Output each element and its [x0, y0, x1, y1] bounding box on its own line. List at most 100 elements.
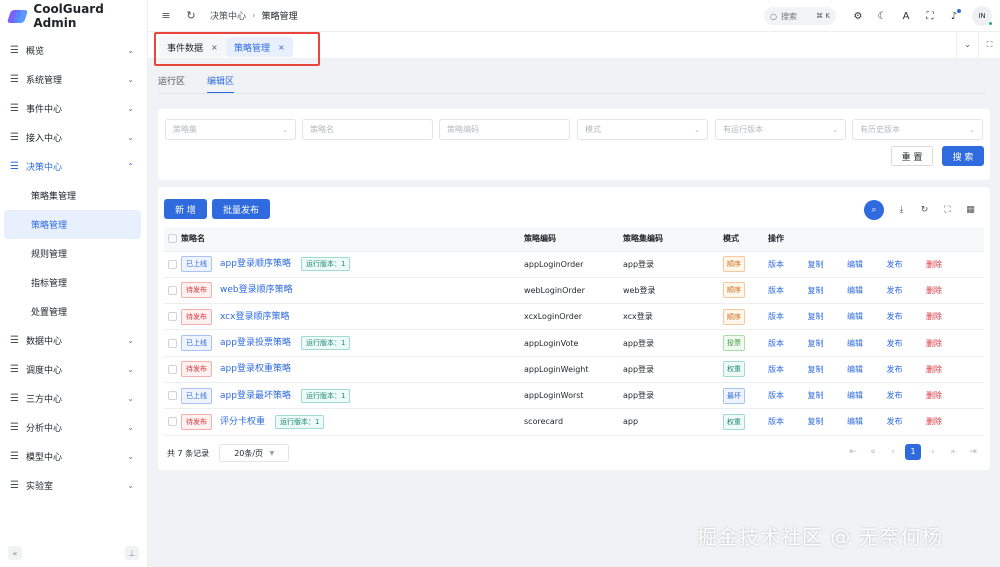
copy-link[interactable]: 复制	[808, 416, 848, 427]
breadcrumb-item[interactable]: 决策中心	[210, 9, 246, 22]
policy-code-input[interactable]: 策略编码	[439, 119, 570, 140]
edit-link[interactable]: 编辑	[847, 285, 887, 296]
edit-link[interactable]: 编辑	[847, 364, 887, 375]
menu-toggle-icon[interactable]: ≡	[159, 9, 173, 22]
fullscreen-icon[interactable]: ⛶	[936, 205, 959, 215]
running-version-select[interactable]: 有运行版本 ⌄	[715, 119, 846, 140]
sidebar-item-model[interactable]: ☰ 模型中心 ⌄	[0, 442, 147, 471]
next-group-icon[interactable]: »	[943, 447, 963, 457]
copy-link[interactable]: 复制	[808, 285, 848, 296]
policy-name-link[interactable]: app登录投票策略	[220, 338, 291, 348]
reset-button[interactable]: 重 置	[891, 146, 933, 166]
row-checkbox[interactable]	[168, 391, 177, 401]
sidebar-item-system[interactable]: ☰ 系统管理 ⌄	[0, 65, 147, 94]
prev-page-icon[interactable]: ‹	[883, 447, 903, 457]
sidebar-item-third-party[interactable]: ☰ 三方中心 ⌄	[0, 384, 147, 413]
edit-link[interactable]: 编辑	[847, 311, 887, 322]
download-icon[interactable]: ⤓	[890, 205, 913, 215]
version-link[interactable]: 版本	[768, 259, 808, 270]
row-checkbox[interactable]	[168, 338, 177, 348]
version-link[interactable]: 版本	[768, 285, 808, 296]
subtab-runtime[interactable]: 运行区	[158, 74, 185, 94]
publish-link[interactable]: 发布	[887, 338, 927, 349]
fullscreen-icon[interactable]: ⛶	[918, 11, 942, 22]
copy-link[interactable]: 复制	[808, 390, 848, 401]
sidebar-item-lab[interactable]: ☰ 实验室 ⌄	[0, 471, 147, 500]
global-search[interactable]: ○ 搜索 ⌘ K	[764, 7, 836, 25]
sidebar-subitem-indicator[interactable]: 指标管理	[4, 268, 141, 297]
copy-link[interactable]: 复制	[808, 259, 848, 270]
edit-link[interactable]: 编辑	[847, 259, 887, 270]
policy-name-link[interactable]: web登录顺序策略	[220, 285, 293, 295]
delete-link[interactable]: 删除	[926, 338, 966, 349]
publish-link[interactable]: 发布	[887, 416, 927, 427]
sidebar-subitem-disposal[interactable]: 处置管理	[4, 297, 141, 326]
page-number-current[interactable]: 1	[905, 444, 921, 460]
sidebar-item-schedule[interactable]: ☰ 调度中心 ⌄	[0, 355, 147, 384]
sidebar-item-events[interactable]: ☰ 事件中心 ⌄	[0, 94, 147, 123]
add-button[interactable]: 新 增	[164, 199, 207, 219]
bell-icon[interactable]: ♪	[942, 8, 966, 22]
row-checkbox[interactable]	[168, 285, 177, 295]
sidebar-subitem-policy-set[interactable]: 策略集管理	[4, 181, 141, 210]
column-settings-icon[interactable]: ▦	[959, 205, 982, 215]
mode-select[interactable]: 模式 ⌄	[577, 119, 708, 140]
delete-link[interactable]: 删除	[926, 311, 966, 322]
last-page-icon[interactable]: ⇥	[963, 447, 983, 457]
version-link[interactable]: 版本	[768, 390, 808, 401]
chevron-down-icon[interactable]: ⌄	[956, 32, 978, 58]
delete-link[interactable]: 删除	[926, 390, 966, 401]
sidebar-item-analysis[interactable]: ☰ 分析中心 ⌄	[0, 413, 147, 442]
policy-name-link[interactable]: xcx登录顺序策略	[220, 312, 289, 322]
publish-link[interactable]: 发布	[887, 390, 927, 401]
sidebar-subitem-policy[interactable]: 策略管理	[4, 210, 141, 239]
policy-set-select[interactable]: 策略集 ⌄	[165, 119, 296, 140]
refresh-icon[interactable]: ↻	[184, 9, 198, 22]
publish-link[interactable]: 发布	[887, 364, 927, 375]
settings-gear-icon[interactable]: ⚙	[846, 11, 870, 22]
app-logo[interactable]: CoolGuard Admin	[0, 0, 147, 32]
search-button[interactable]: 搜 索	[942, 146, 984, 166]
copy-link[interactable]: 复制	[808, 364, 848, 375]
batch-publish-button[interactable]: 批量发布	[212, 199, 270, 219]
sidebar-item-decision[interactable]: ☰ 决策中心 ⌃	[0, 152, 147, 181]
version-link[interactable]: 版本	[768, 311, 808, 322]
row-checkbox[interactable]	[168, 312, 177, 322]
select-all-checkbox[interactable]	[168, 234, 177, 244]
publish-link[interactable]: 发布	[887, 285, 927, 296]
next-page-icon[interactable]: ›	[923, 447, 943, 457]
avatar[interactable]: IN	[972, 6, 993, 26]
language-icon[interactable]: A	[894, 11, 918, 22]
policy-name-input[interactable]: 策略名	[302, 119, 433, 140]
row-checkbox[interactable]	[168, 259, 177, 269]
edit-link[interactable]: 编辑	[847, 338, 887, 349]
sidebar-subitem-rule[interactable]: 规则管理	[4, 239, 141, 268]
publish-link[interactable]: 发布	[887, 311, 927, 322]
page-size-select[interactable]: 20条/页 ▼	[219, 444, 290, 462]
edit-link[interactable]: 编辑	[847, 390, 887, 401]
sidebar-item-data[interactable]: ☰ 数据中心 ⌄	[0, 326, 147, 355]
collapse-sidebar-icon[interactable]: «	[8, 546, 22, 560]
subtab-edit[interactable]: 编辑区	[207, 74, 235, 94]
row-checkbox[interactable]	[168, 364, 177, 374]
row-checkbox[interactable]	[168, 417, 177, 427]
edit-link[interactable]: 编辑	[847, 416, 887, 427]
pin-icon[interactable]: ⊥	[125, 546, 139, 560]
dark-mode-moon-icon[interactable]: ☾	[870, 11, 894, 22]
policy-name-link[interactable]: 评分卡权重	[220, 417, 265, 427]
version-link[interactable]: 版本	[768, 338, 808, 349]
policy-name-link[interactable]: app登录最坏策略	[220, 391, 291, 401]
first-page-icon[interactable]: ⇤	[843, 447, 863, 457]
prev-group-icon[interactable]: «	[863, 447, 883, 457]
copy-link[interactable]: 复制	[808, 311, 848, 322]
refresh-icon[interactable]: ↻	[913, 205, 936, 215]
publish-link[interactable]: 发布	[887, 259, 927, 270]
policy-name-link[interactable]: app登录权重策略	[220, 364, 291, 374]
delete-link[interactable]: 删除	[926, 285, 966, 296]
search-toggle-icon[interactable]: ⌕	[864, 200, 884, 220]
delete-link[interactable]: 删除	[926, 364, 966, 375]
delete-link[interactable]: 删除	[926, 259, 966, 270]
delete-link[interactable]: 删除	[926, 416, 966, 427]
version-link[interactable]: 版本	[768, 416, 808, 427]
maximize-icon[interactable]: ⛶	[978, 32, 1000, 58]
